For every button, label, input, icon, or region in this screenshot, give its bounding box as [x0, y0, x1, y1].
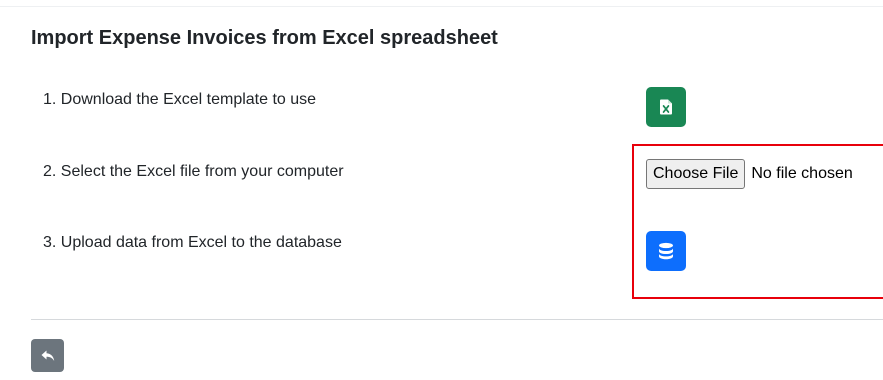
import-page: Import Expense Invoices from Excel sprea… — [0, 0, 883, 380]
file-excel-icon — [660, 99, 672, 115]
reply-arrow-icon — [41, 350, 54, 361]
top-divider — [0, 6, 883, 7]
upload-to-database-button[interactable] — [646, 231, 686, 271]
page-title: Import Expense Invoices from Excel sprea… — [31, 27, 498, 49]
step-select-label: 2. Select the Excel file from your compu… — [43, 163, 344, 180]
bottom-divider — [31, 319, 883, 320]
file-status-text: No file chosen — [751, 165, 853, 182]
file-input[interactable]: Choose File No file chosen — [646, 159, 853, 189]
step-download-label: 1. Download the Excel template to use — [43, 91, 317, 108]
back-button[interactable] — [31, 339, 64, 372]
database-icon — [659, 242, 673, 260]
download-template-button[interactable] — [646, 87, 686, 127]
choose-file-button[interactable]: Choose File — [646, 159, 746, 189]
step-upload-label: 3. Upload data from Excel to the databas… — [43, 234, 342, 251]
